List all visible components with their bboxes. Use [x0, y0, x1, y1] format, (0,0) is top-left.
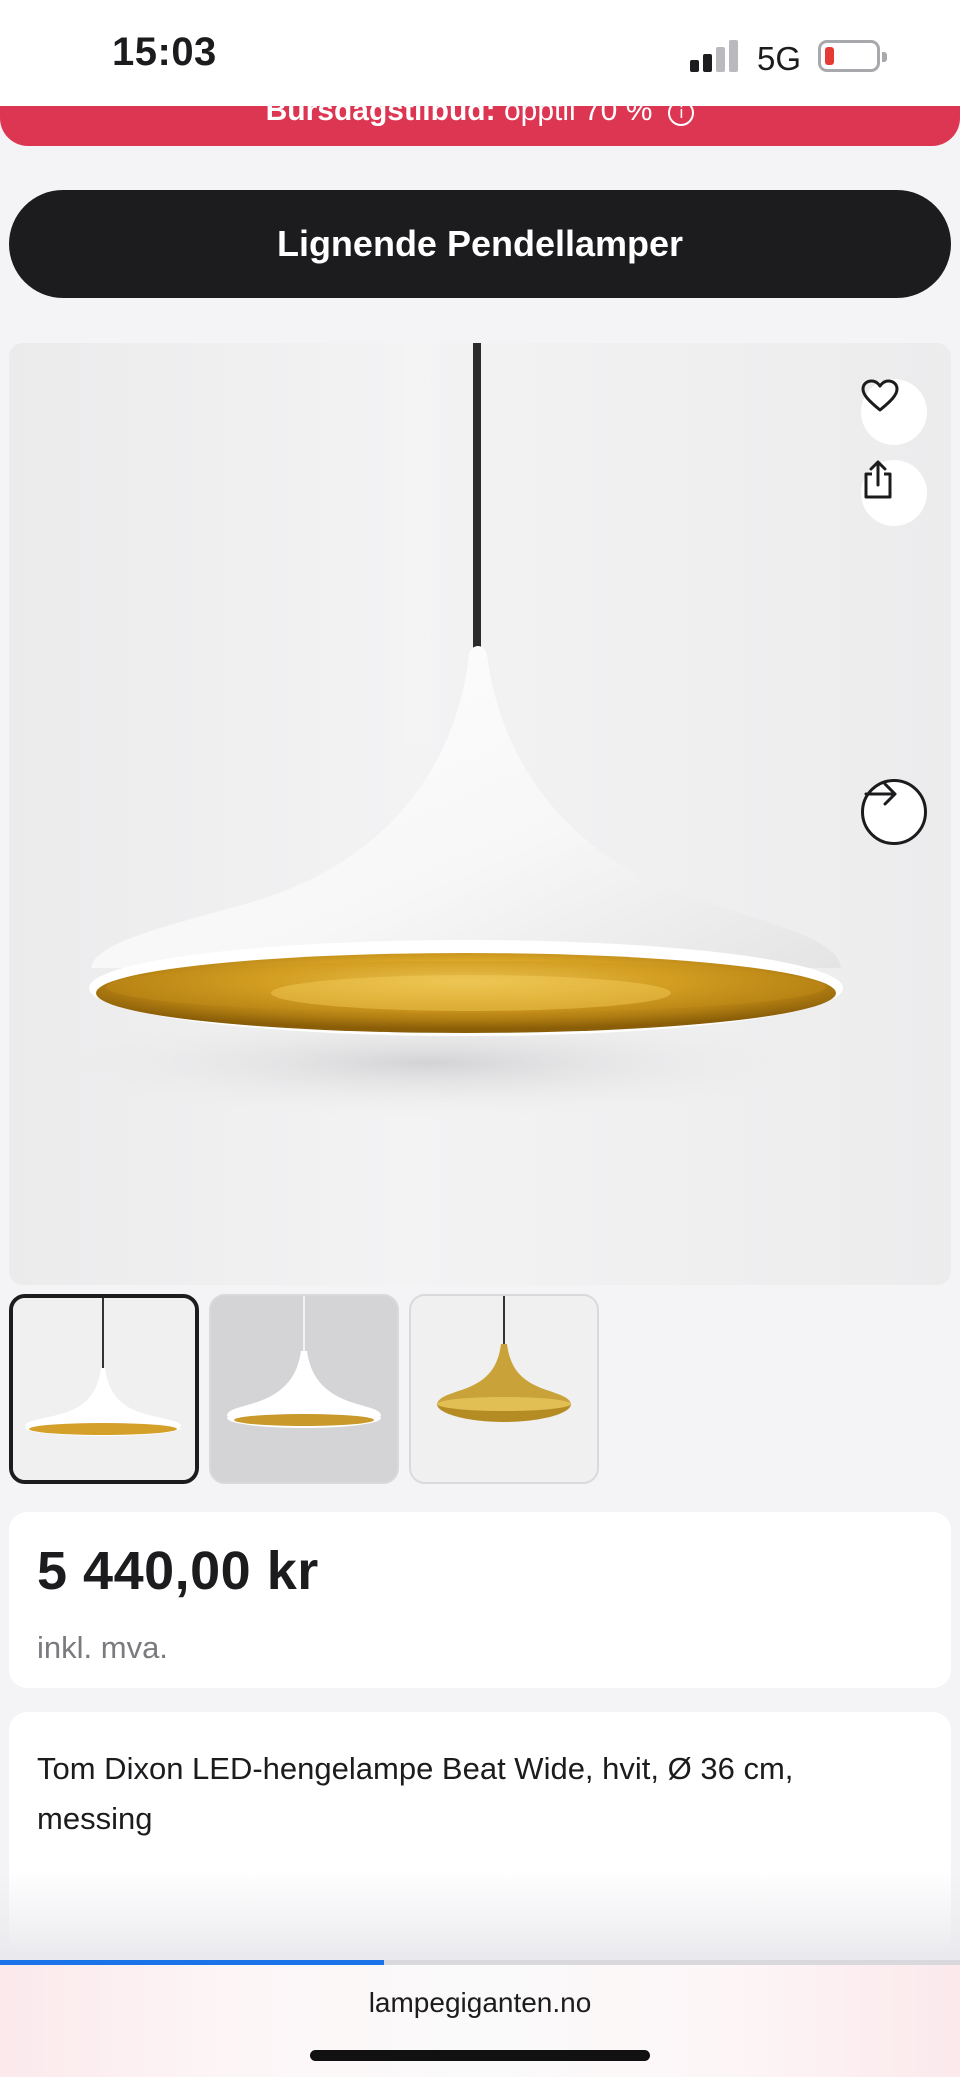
arrow-right-icon	[864, 782, 897, 806]
browser-address-bar[interactable]: lampegiganten.no	[0, 1965, 960, 2077]
vat-note: inkl. mva.	[37, 1630, 168, 1665]
thumbnail-1[interactable]	[9, 1294, 199, 1484]
product-price: 5 440,00 kr	[37, 1541, 319, 1601]
home-indicator[interactable]	[310, 2050, 650, 2061]
product-title: Tom Dixon LED-hengelampe Beat Wide, hvit…	[37, 1751, 794, 1836]
thumbnail-2[interactable]	[209, 1294, 399, 1484]
thumbnail-lamp-white-grey	[211, 1296, 397, 1482]
status-bar: 15:03 5G	[0, 0, 960, 106]
content-fade	[0, 1870, 960, 1960]
battery-icon	[818, 40, 887, 72]
heart-icon	[861, 379, 899, 412]
share-icon	[864, 460, 892, 499]
next-image-button[interactable]	[861, 779, 927, 845]
product-main-image[interactable]	[9, 343, 951, 1285]
signal-icon	[690, 40, 740, 72]
thumbnail-lamp-brass	[411, 1296, 597, 1482]
product-page: 15:03 5G Bursdagstilbud: opptil 70 % i Li…	[0, 0, 960, 2077]
status-time: 15:03	[112, 30, 217, 74]
lamp-illustration	[9, 343, 951, 1285]
favorite-button[interactable]	[861, 379, 927, 445]
similar-pendant-lamps-button[interactable]: Lignende Pendellamper	[9, 190, 951, 298]
thumbnail-3[interactable]	[409, 1294, 599, 1484]
network-label: 5G	[757, 40, 802, 77]
price-card: 5 440,00 kr inkl. mva.	[9, 1512, 951, 1688]
share-button[interactable]	[861, 460, 927, 526]
thumbnail-lamp-white	[13, 1298, 195, 1480]
url-text[interactable]: lampegiganten.no	[0, 1987, 960, 2019]
